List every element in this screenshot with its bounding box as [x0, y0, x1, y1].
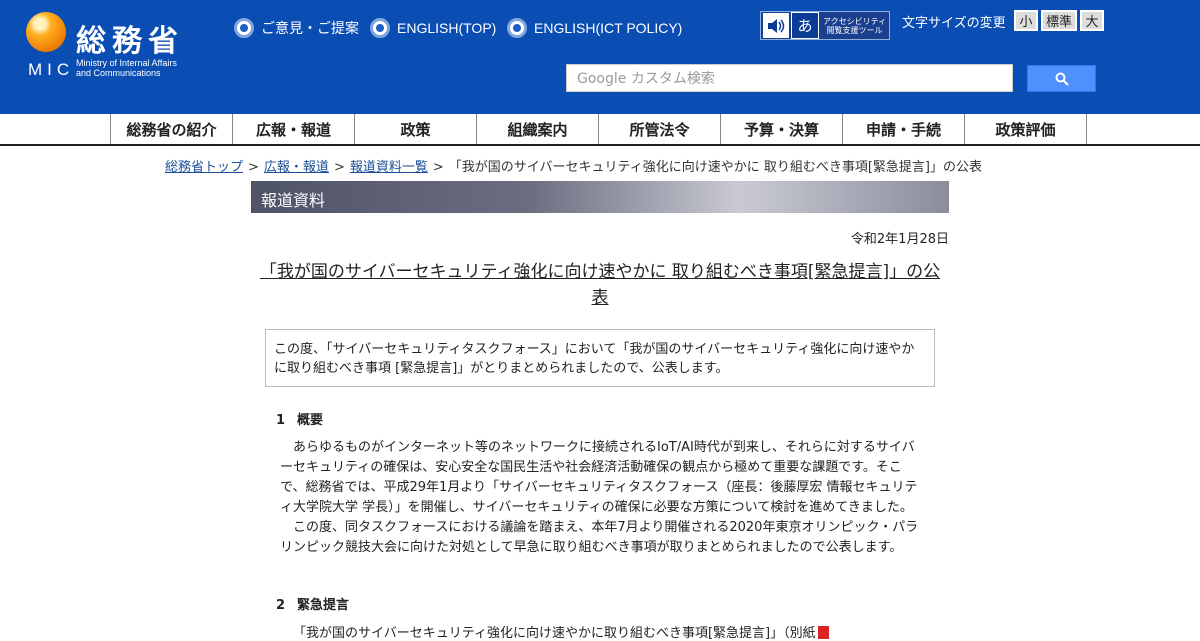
nav-item-press[interactable]: 広報・報道: [233, 114, 355, 144]
logo-english-line2: and Communications: [76, 68, 161, 78]
section-number: 2: [276, 598, 286, 613]
font-size-standard-button[interactable]: 標準: [1041, 10, 1077, 31]
hiragana-a-icon: あ: [791, 12, 819, 39]
publish-date: 令和2年1月28日: [850, 232, 949, 247]
section-heading-overview: 1 概要: [276, 409, 323, 428]
link-english-top[interactable]: ENGLISH(TOP): [370, 18, 496, 38]
font-size-small-button[interactable]: 小: [1014, 10, 1038, 31]
accessibility-tool-button[interactable]: あ アクセシビリティ 閲覧支援ツール: [760, 11, 890, 40]
search-icon: [1055, 72, 1069, 86]
accessibility-tool-label: アクセシビリティ 閲覧支援ツール: [823, 17, 886, 35]
page-title: 「我が国のサイバーセキュリティ強化に向け速やかに 取り組むべき事項[緊急提言]」…: [259, 262, 941, 308]
breadcrumb-link-press[interactable]: 広報・報道: [264, 160, 329, 175]
section-heading-text: 概要: [297, 413, 324, 428]
pdf-icon: [817, 626, 829, 639]
nav-item-applications[interactable]: 申請・手続: [843, 114, 965, 144]
nav-item-evaluation[interactable]: 政策評価: [965, 114, 1087, 144]
link-opinion-label: ご意見・ご提案: [261, 20, 359, 36]
speaker-icon: [763, 13, 789, 38]
radio-bullet-icon: [370, 18, 390, 38]
logo-english: Ministry of Internal Affairs and Communi…: [76, 58, 177, 78]
summary-box: この度、「サイバーセキュリティタスクフォース」において「我が国のサイバーセキュリ…: [265, 329, 935, 387]
search-button[interactable]: [1027, 65, 1096, 92]
radio-bullet-icon: [507, 18, 527, 38]
logo-sun-icon: [26, 12, 66, 52]
overview-paragraph-2: この度、同タスクフォースにおける議論を踏まえ、本年7月より開催される2020年東…: [280, 520, 919, 555]
link-english-ict-label: ENGLISH(ICT POLICY): [534, 20, 683, 36]
proposal-link-line[interactable]: 「我が国のサイバーセキュリティ強化に向け速やかに取り組むべき事項[緊急提言]」（…: [293, 622, 913, 641]
section-banner-title: 報道資料: [261, 191, 326, 210]
overview-body: あらゆるものがインターネット等のネットワークに接続されるIoT/AI時代が到来し…: [280, 438, 920, 558]
nav-item-laws[interactable]: 所管法令: [599, 114, 721, 144]
breadcrumb-current: 「我が国のサイバーセキュリティ強化に向け速やかに 取り組むべき事項[緊急提言]」…: [448, 160, 983, 175]
breadcrumb: 総務省トップ > 広報・報道 > 報道資料一覧 > 「我が国のサイバーセキュリティ強化に向け…: [165, 156, 982, 175]
section-heading-proposal: 2 緊急提言: [276, 594, 349, 613]
breadcrumb-link-top[interactable]: 総務省トップ: [165, 160, 243, 175]
breadcrumb-separator: >: [432, 160, 444, 175]
site-header: 総務省 MIC Ministry of Internal Affairs and…: [0, 0, 1200, 114]
mic-logo[interactable]: 総務省 MIC Ministry of Internal Affairs and…: [26, 12, 216, 82]
radio-bullet-icon: [234, 18, 254, 38]
global-nav: 総務省の紹介 広報・報道 政策 組織案内 所管法令 予算・決算 申請・手続 政策…: [0, 114, 1200, 146]
logo-kanji: 総務省: [76, 24, 184, 59]
breadcrumb-separator: >: [248, 160, 259, 175]
overview-paragraph-1: あらゆるものがインターネット等のネットワークに接続されるIoT/AI時代が到来し…: [280, 440, 918, 515]
proposal-link-text: 「我が国のサイバーセキュリティ強化に向け速やかに取り組むべき事項[緊急提言]」（…: [293, 626, 816, 641]
link-opinion[interactable]: ご意見・ご提案: [234, 18, 359, 38]
font-size-large-button[interactable]: 大: [1080, 10, 1104, 31]
nav-item-budget[interactable]: 予算・決算: [721, 114, 843, 144]
nav-item-organization[interactable]: 組織案内: [477, 114, 599, 144]
logo-abbr: MIC: [28, 60, 75, 79]
link-english-top-label: ENGLISH(TOP): [397, 20, 497, 36]
breadcrumb-link-press-list[interactable]: 報道資料一覧: [350, 160, 428, 175]
logo-english-line1: Ministry of Internal Affairs: [76, 58, 177, 68]
accessibility-tool-line2: 閲覧支援ツール: [826, 25, 883, 35]
section-number: 1: [276, 413, 286, 428]
font-size-label: 文字サイズの変更: [902, 16, 1006, 31]
nav-item-about[interactable]: 総務省の紹介: [111, 114, 233, 144]
section-heading-text: 緊急提言: [297, 598, 350, 613]
nav-item-policy[interactable]: 政策: [355, 114, 477, 144]
link-english-ict[interactable]: ENGLISH(ICT POLICY): [507, 18, 682, 38]
search-input[interactable]: Google カスタム検索: [566, 64, 1013, 92]
breadcrumb-separator: >: [333, 160, 345, 175]
accessibility-tool-line1: アクセシビリティ: [823, 16, 887, 26]
section-banner: 報道資料: [251, 181, 949, 213]
